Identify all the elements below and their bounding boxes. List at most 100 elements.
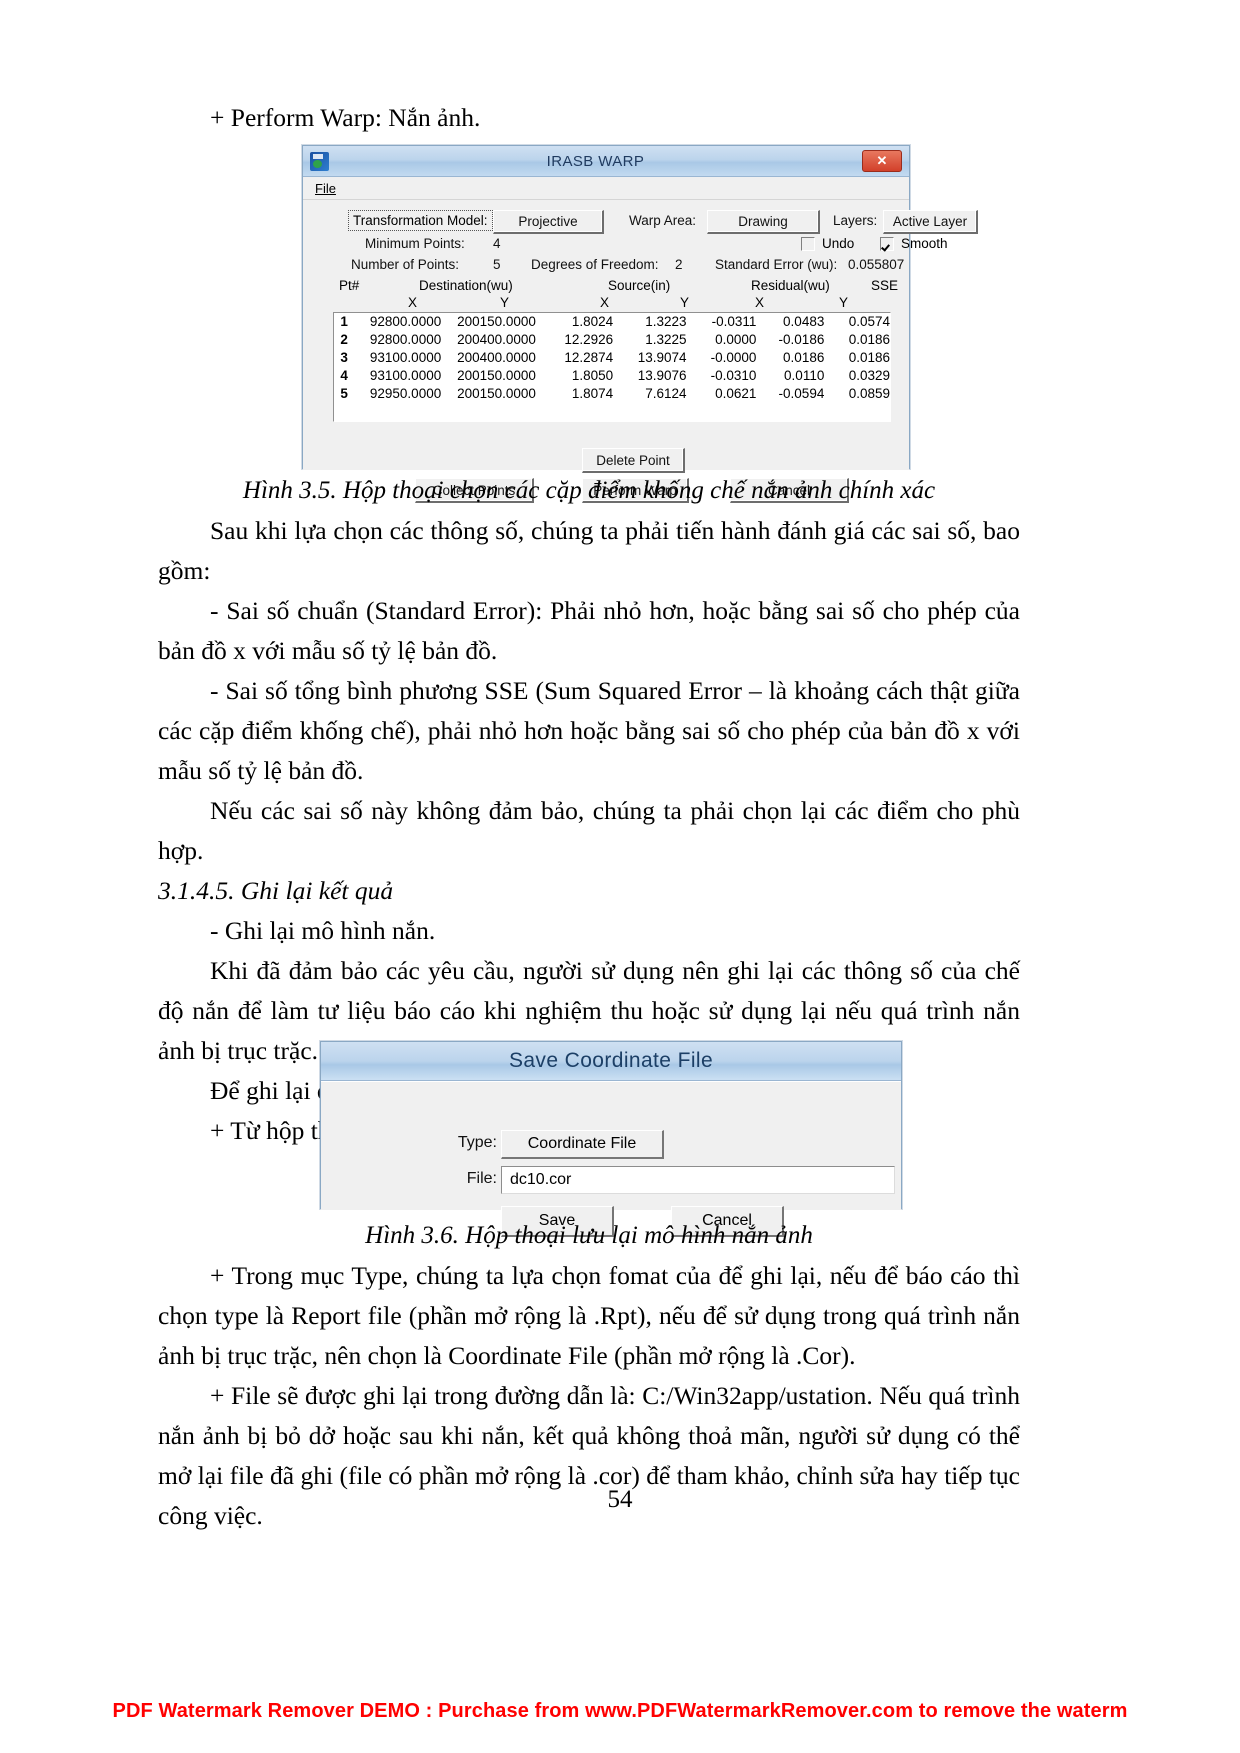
standard-error-label: Standard Error (wu): [715, 257, 838, 272]
cell-destination-x: 92950.0000 [369, 386, 442, 401]
paragraph-sse: - Sai số tổng bình phương SSE (Sum Squar… [158, 676, 1020, 785]
cell-point-number: 5 [340, 386, 348, 401]
table-header-destination: Destination(wu) [419, 278, 513, 293]
cell-destination-x: 92800.0000 [369, 332, 442, 347]
cell-residual-y: 0.0483 [783, 314, 825, 329]
table-header-residual: Residual(wu) [751, 278, 830, 293]
warp-dialog-title: IRASB WARP [546, 152, 645, 170]
save-coordinate-file-dialog[interactable]: Save Coordinate File Type: Coordinate Fi… [320, 1041, 902, 1237]
table-subheader-dest-x: X [408, 295, 418, 310]
paragraph-save-model: - Ghi lại mô hình nắn. [210, 916, 436, 945]
cell-source-y: 7.6124 [645, 386, 687, 401]
cell-source-x: 1.8074 [571, 386, 614, 401]
cell-sse: 0.0186 [848, 332, 890, 347]
cell-residual-x: 0.0000 [715, 332, 757, 347]
figure-caption-36: Hình 3.6. Hộp thoại lưu lại mô hình nắn … [365, 1222, 813, 1249]
number-of-points-label: Number of Points: [351, 257, 460, 272]
warp-dialog-body: Transformation Model: Projective Warp Ar… [303, 200, 978, 503]
cell-sse: 0.0329 [848, 368, 890, 383]
cell-sse: 0.0574 [848, 314, 890, 329]
cell-sse: 0.0859 [848, 386, 890, 401]
table-subheader-dest-y: Y [500, 295, 510, 310]
cell-point-number: 2 [340, 332, 348, 347]
menu-item-file[interactable]: File [315, 181, 336, 196]
save-dialog-title: Save Coordinate File [508, 1049, 714, 1072]
cell-source-x: 1.8050 [571, 368, 614, 383]
file-name-input[interactable]: dc10.cor [501, 1166, 895, 1194]
cell-source-x: 1.8024 [571, 314, 614, 329]
cell-destination-y: 200400.0000 [457, 332, 536, 347]
minimum-points-value: 4 [493, 236, 501, 251]
cell-source-y: 13.9074 [637, 350, 687, 365]
table-row[interactable]: 2 92800.0000 200400.0000 12.2926 1.3225 0.000… [334, 331, 890, 349]
undo-checkbox[interactable]: Undo [801, 236, 854, 251]
cell-destination-x: 92800.0000 [369, 314, 442, 329]
application-icon [310, 151, 329, 171]
cell-residual-x: 0.0621 [715, 386, 757, 401]
section-heading-31445: 3.1.4.5. Ghi lại kết quả [158, 876, 394, 905]
cell-residual-x: -0.0311 [711, 314, 757, 329]
pdf-watermark-notice: PDF Watermark Remover DEMO : Purchase fr… [112, 1700, 1128, 1722]
paragraph-type-format: + Trong mục Type, chúng ta lựa chọn foma… [158, 1261, 1020, 1370]
paragraph-reselect-points: Nếu các sai số này không đảm bảo, chúng … [158, 796, 1020, 865]
cell-destination-x: 93100.0000 [369, 350, 442, 365]
transformation-model-label: Transformation Model: [348, 210, 493, 231]
delete-point-button[interactable]: Delete Point [582, 448, 685, 473]
cell-point-number: 3 [340, 350, 348, 365]
type-label: Type: [457, 1134, 497, 1151]
cell-destination-y: 200150.0000 [457, 386, 536, 401]
menu-item-file-label: File [315, 180, 336, 196]
warp-menubar[interactable]: File [303, 177, 909, 200]
cell-residual-y: -0.0594 [778, 386, 825, 401]
warp-area-label: Warp Area: [629, 213, 697, 228]
cell-destination-y: 200400.0000 [457, 350, 536, 365]
control-points-grid[interactable]: 1 92800.0000 200150.0000 1.8024 1.3223 -0.031… [333, 312, 891, 422]
cell-residual-y: -0.0186 [778, 332, 825, 347]
degrees-of-freedom-value: 2 [675, 257, 683, 272]
paragraph-perform-warp: + Perform Warp: Nắn ảnh. [210, 103, 481, 132]
warp-titlebar: IRASB WARP ✕ [303, 146, 909, 177]
save-dialog-body: Type: Coordinate File File: dc10.cor Sav… [321, 1081, 901, 1237]
cell-source-x: 12.2926 [564, 332, 614, 347]
table-subheader-src-y: Y [680, 295, 690, 310]
cell-source-x: 12.2874 [564, 350, 614, 365]
figure-caption-35: Hình 3.5. Hộp thoại chọn các cặp điểm kh… [242, 477, 936, 504]
paragraph-standard-error: - Sai số chuẩn (Standard Error): Phải nh… [158, 596, 1020, 665]
cell-point-number: 1 [340, 314, 348, 329]
layers-label: Layers: [833, 213, 878, 228]
table-row[interactable]: 1 92800.0000 200150.0000 1.8024 1.3223 -0.031… [334, 313, 890, 331]
degrees-of-freedom-label: Degrees of Freedom: [531, 257, 659, 272]
control-points-table: 1 92800.0000 200150.0000 1.8024 1.3223 -0.031… [334, 313, 890, 403]
cell-destination-y: 200150.0000 [457, 368, 536, 383]
cell-residual-x: -0.0000 [710, 350, 757, 365]
smooth-checkbox[interactable]: Smooth [880, 236, 948, 251]
cell-source-y: 13.9076 [637, 368, 687, 383]
type-dropdown-button[interactable]: Coordinate File [501, 1130, 664, 1159]
cell-sse: 0.0186 [848, 350, 890, 365]
intro-text-block: + Perform Warp: Nắn ảnh. [158, 98, 1028, 138]
cell-residual-y: 0.0110 [784, 368, 825, 383]
document-page: + Perform Warp: Nắn ảnh. IRASB WARP ✕ Fi… [0, 0, 1240, 1753]
irasb-warp-dialog[interactable]: IRASB WARP ✕ File Transformation Model: … [302, 145, 978, 503]
table-subheader-res-y: Y [839, 295, 849, 310]
minimum-points-label: Minimum Points: [365, 236, 465, 251]
table-row[interactable]: 3 93100.0000 200400.0000 12.2874 13.9074 -0.0… [334, 349, 890, 367]
file-label: File: [466, 1170, 497, 1187]
page-number: 54 [607, 1486, 633, 1513]
table-subheader-src-x: X [600, 295, 610, 310]
table-row[interactable]: 4 93100.0000 200150.0000 1.8050 13.9076 -0.03… [334, 367, 890, 385]
table-header-pt: Pt# [339, 278, 360, 293]
cell-destination-x: 93100.0000 [369, 368, 442, 383]
layers-button[interactable]: Active Layer [883, 210, 978, 234]
warp-area-button[interactable]: Drawing [707, 210, 820, 234]
cell-residual-y: 0.0186 [783, 350, 825, 365]
cell-source-y: 1.3223 [645, 314, 687, 329]
transformation-model-button[interactable]: Projective [493, 210, 604, 234]
smooth-checkbox-label: Smooth [901, 236, 948, 251]
cell-residual-x: -0.0310 [710, 368, 757, 383]
cell-point-number: 4 [340, 368, 348, 383]
table-row[interactable]: 5 92950.0000 200150.0000 1.8074 7.6124 0.0621… [334, 385, 890, 403]
close-icon[interactable]: ✕ [862, 150, 902, 172]
undo-checkbox-label: Undo [822, 236, 855, 251]
control-points-table-body: 1 92800.0000 200150.0000 1.8024 1.3223 -0.031… [334, 313, 890, 403]
